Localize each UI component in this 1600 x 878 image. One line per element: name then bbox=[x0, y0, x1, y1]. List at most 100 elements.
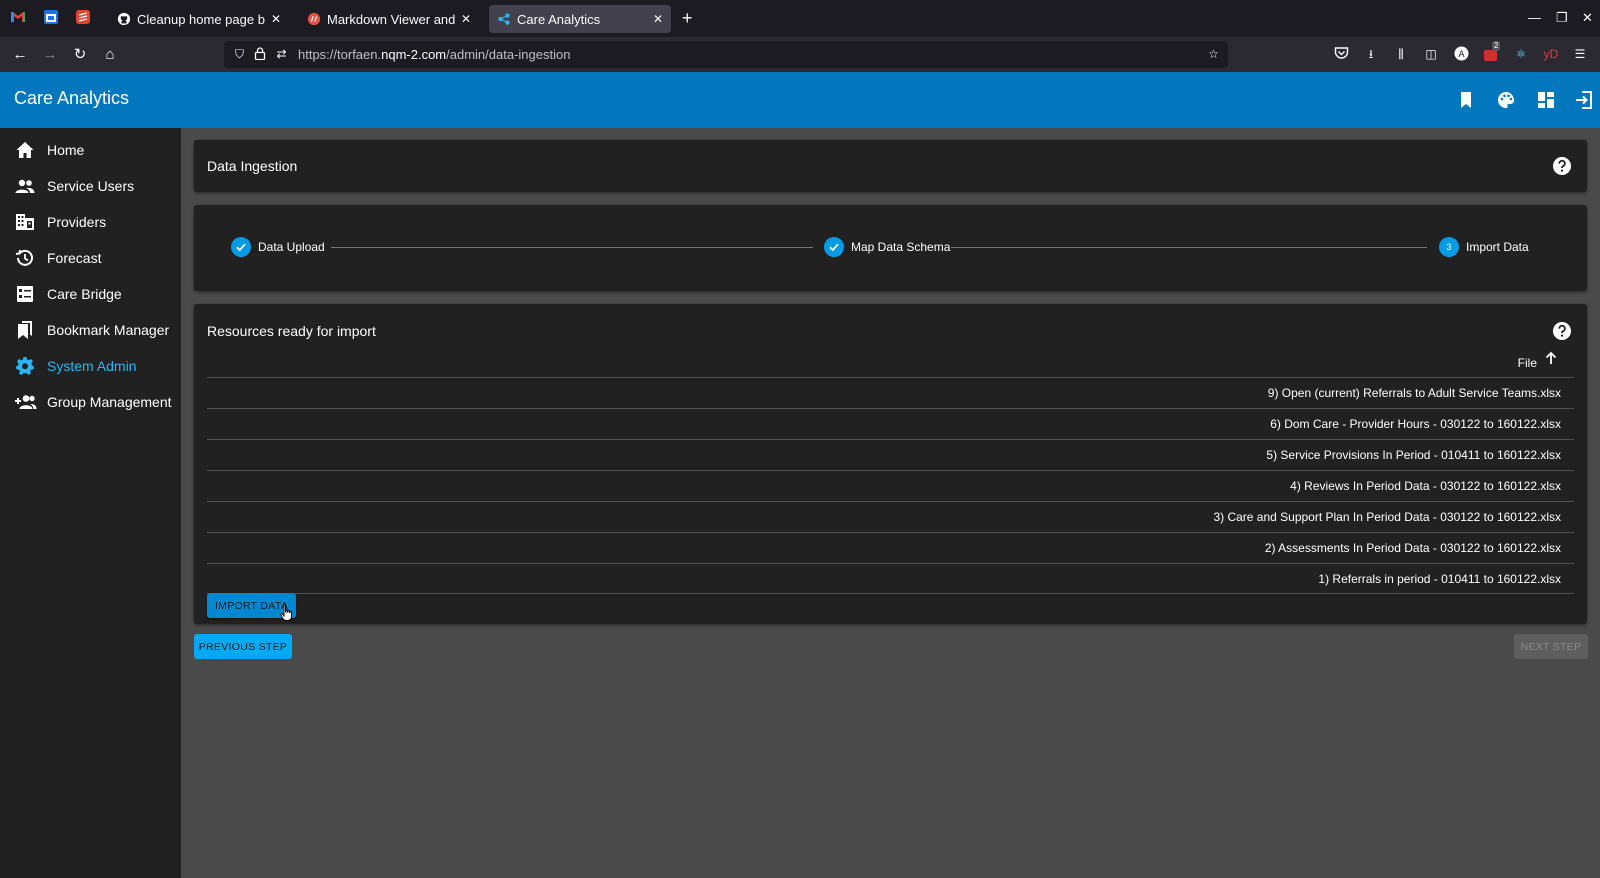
close-icon[interactable]: ✕ bbox=[271, 12, 281, 26]
sidebar-item-label: System Admin bbox=[47, 358, 137, 374]
sidebar-toggle-icon[interactable]: ◫ bbox=[1423, 46, 1439, 62]
step-label: Import Data bbox=[1466, 240, 1529, 254]
library-icon[interactable]: ⫼ bbox=[1393, 46, 1409, 62]
file-name: 9) Open (current) Referrals to Adult Ser… bbox=[1267, 386, 1561, 400]
sidebar-item-bookmark-manager[interactable]: Bookmark Manager bbox=[0, 312, 181, 348]
table-row: 3) Care and Support Plan In Period Data … bbox=[207, 501, 1574, 532]
menu-icon[interactable]: ☰ bbox=[1572, 46, 1588, 62]
window-close-icon[interactable]: ✕ bbox=[1582, 10, 1593, 26]
page-title-card: Data Ingestion bbox=[194, 140, 1587, 192]
browser-tab-bar: Cleanup home page by a ✕ Markdown Viewer… bbox=[0, 0, 1600, 37]
download-icon[interactable]: ⭳ bbox=[1363, 46, 1379, 62]
url-bar[interactable]: ⛉ ⇄ https://torfaen.nqm-2.com/admin/data… bbox=[224, 41, 1228, 68]
sidebar-item-label: Care Bridge bbox=[47, 286, 122, 302]
reload-icon[interactable]: ↻ bbox=[70, 45, 90, 65]
svg-text:A: A bbox=[1458, 50, 1465, 60]
back-icon[interactable]: ← bbox=[10, 45, 30, 65]
sidebar-item-label: Home bbox=[47, 142, 85, 158]
sidebar-item-label: Forecast bbox=[47, 250, 102, 266]
yd-extension-icon[interactable]: yD bbox=[1540, 46, 1562, 62]
page-title: Data Ingestion bbox=[207, 158, 298, 174]
sidebar-item-service-users[interactable]: Service Users bbox=[0, 168, 181, 204]
sidebar-item-label: Bookmark Manager bbox=[47, 322, 170, 338]
tab-care-analytics[interactable]: Care Analytics ✕ bbox=[489, 5, 671, 33]
sidebar-item-home[interactable]: Home bbox=[0, 132, 181, 168]
minimize-icon[interactable]: — bbox=[1528, 10, 1541, 25]
bookmark-icon[interactable] bbox=[1456, 90, 1476, 110]
extension-badge-icon[interactable]: 2 bbox=[1483, 41, 1501, 62]
step-connector bbox=[331, 247, 813, 248]
app-title[interactable]: Care Analytics bbox=[14, 88, 129, 109]
tab-title: Cleanup home page by a bbox=[137, 11, 265, 27]
file-name: 2) Assessments In Period Data - 030122 t… bbox=[1264, 541, 1561, 555]
browser-nav-bar: ← → ↻ ⌂ ⛉ ⇄ https://torfaen.nqm-2.com/ad… bbox=[0, 37, 1600, 72]
table-row: 9) Open (current) Referrals to Adult Ser… bbox=[207, 377, 1574, 408]
home-browser-icon[interactable]: ⌂ bbox=[100, 45, 120, 65]
close-icon[interactable]: ✕ bbox=[653, 12, 663, 26]
new-tab-icon[interactable]: + bbox=[682, 8, 693, 29]
resources-card: Resources ready for import File 9) Open … bbox=[194, 304, 1587, 624]
close-icon[interactable]: ✕ bbox=[461, 12, 471, 26]
sidebar-item-group-management[interactable]: Group Management bbox=[0, 384, 181, 420]
help-icon[interactable] bbox=[1552, 321, 1572, 341]
previous-step-button[interactable]: PREVIOUS STEP bbox=[194, 634, 292, 659]
step-connector bbox=[951, 247, 1427, 248]
help-icon[interactable] bbox=[1552, 156, 1572, 176]
todoist-pinned-tab-icon[interactable] bbox=[75, 9, 91, 25]
bookmarks-icon bbox=[15, 320, 35, 340]
step-number: 3 bbox=[1439, 237, 1459, 257]
sidebar: Home Service Users Providers Forecast Ca… bbox=[0, 128, 181, 878]
sidebar-item-system-admin[interactable]: System Admin bbox=[0, 348, 181, 384]
calendar-pinned-tab-icon[interactable] bbox=[43, 9, 59, 25]
pocket-icon[interactable] bbox=[1333, 46, 1349, 62]
url-text: https://torfaen.nqm-2.com/admin/data-ing… bbox=[298, 47, 571, 62]
table-row: 4) Reviews In Period Data - 030122 to 16… bbox=[207, 470, 1574, 501]
tab-markdown-viewer[interactable]: Markdown Viewer and Ed ✕ bbox=[299, 5, 479, 33]
table-row: 5) Service Provisions In Period - 010411… bbox=[207, 439, 1574, 470]
lock-icon[interactable] bbox=[252, 47, 267, 62]
permissions-icon[interactable]: ⇄ bbox=[274, 47, 289, 62]
palette-icon[interactable] bbox=[1496, 90, 1516, 110]
history-icon bbox=[15, 248, 35, 268]
building-icon bbox=[15, 212, 35, 232]
gear-icon bbox=[15, 356, 35, 376]
react-devtools-icon[interactable]: ⚛ bbox=[1513, 46, 1529, 62]
check-icon bbox=[824, 237, 844, 257]
sidebar-item-label: Providers bbox=[47, 214, 107, 230]
sidebar-item-forecast[interactable]: Forecast bbox=[0, 240, 181, 276]
sidebar-item-label: Service Users bbox=[47, 178, 135, 194]
forward-icon[interactable]: → bbox=[40, 45, 60, 65]
tab-title: Markdown Viewer and Ed bbox=[327, 11, 455, 27]
restore-icon[interactable]: ❐ bbox=[1556, 10, 1568, 26]
list-icon bbox=[15, 284, 35, 304]
logout-icon[interactable] bbox=[1574, 90, 1594, 110]
markdown-icon bbox=[307, 12, 321, 26]
file-name: 6) Dom Care - Provider Hours - 030122 to… bbox=[1270, 417, 1561, 431]
group-add-icon bbox=[15, 392, 37, 412]
table-row: 1) Referrals in period - 010411 to 16012… bbox=[207, 563, 1574, 594]
file-name: 1) Referrals in period - 010411 to 16012… bbox=[1318, 572, 1561, 586]
file-name: 4) Reviews In Period Data - 030122 to 16… bbox=[1290, 479, 1561, 493]
file-name: 3) Care and Support Plan In Period Data … bbox=[1213, 510, 1561, 524]
next-step-button[interactable]: NEXT STEP bbox=[1514, 634, 1588, 659]
step-label: Data Upload bbox=[258, 240, 325, 254]
file-column-header[interactable]: File bbox=[1518, 356, 1537, 370]
step-import-data[interactable]: 3 Import Data bbox=[1439, 237, 1529, 257]
sidebar-item-label: Group Management bbox=[47, 394, 172, 410]
star-icon[interactable]: ☆ bbox=[1206, 47, 1221, 62]
resources-title: Resources ready for import bbox=[207, 323, 376, 339]
tab-github[interactable]: Cleanup home page by a ✕ bbox=[109, 5, 289, 33]
sidebar-item-care-bridge[interactable]: Care Bridge bbox=[0, 276, 181, 312]
sidebar-item-providers[interactable]: Providers bbox=[0, 204, 181, 240]
step-map-data-schema[interactable]: Map Data Schema bbox=[824, 237, 950, 257]
hand-cursor-icon bbox=[280, 604, 294, 622]
step-label: Map Data Schema bbox=[851, 240, 951, 254]
arrow-up-icon[interactable] bbox=[1543, 350, 1559, 366]
dashboard-icon[interactable] bbox=[1536, 90, 1556, 110]
step-data-upload[interactable]: Data Upload bbox=[231, 237, 325, 257]
shield-icon[interactable]: ⛉ bbox=[232, 47, 247, 62]
extension-badge-count: 2 bbox=[1492, 41, 1501, 51]
account-icon[interactable]: A bbox=[1453, 46, 1469, 62]
share-nodes-icon bbox=[497, 12, 511, 26]
gmail-pinned-tab-icon[interactable] bbox=[10, 9, 26, 25]
